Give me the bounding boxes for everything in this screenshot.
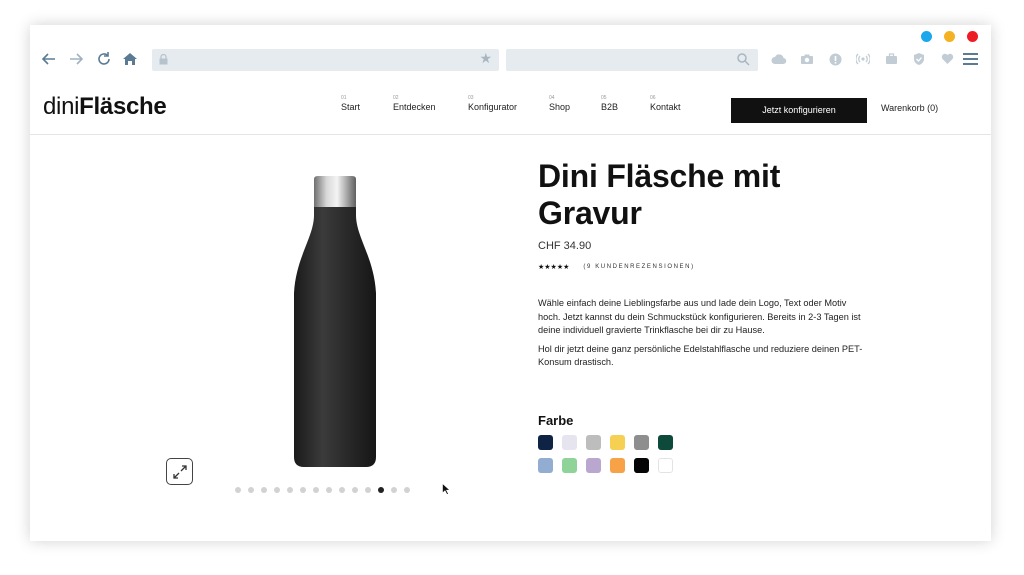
back-arrow-icon[interactable] xyxy=(40,51,58,69)
url-bar[interactable]: ★ xyxy=(152,49,499,71)
color-swatch[interactable] xyxy=(610,458,625,473)
color-swatch[interactable] xyxy=(634,458,649,473)
window-dot-blue[interactable] xyxy=(921,31,932,42)
carousel-dot[interactable] xyxy=(339,487,345,493)
nav-item-number: 04 xyxy=(549,95,555,101)
nav-item-label: Start xyxy=(341,102,361,112)
mouse-cursor-icon xyxy=(442,483,450,495)
nav-item-number: 03 xyxy=(468,95,474,101)
color-swatch[interactable] xyxy=(586,458,601,473)
carousel-dot[interactable] xyxy=(404,487,410,493)
color-swatch[interactable] xyxy=(538,458,553,473)
color-swatches xyxy=(538,435,688,473)
color-swatch[interactable] xyxy=(658,435,673,450)
nav-item-start[interactable]: 01 Start xyxy=(341,95,360,112)
lock-icon xyxy=(159,54,168,65)
description-paragraph: Hol dir jetzt deine ganz persönliche Ede… xyxy=(538,343,863,368)
nav-item-number: 01 xyxy=(341,95,347,101)
bookmark-star-icon[interactable]: ★ xyxy=(479,51,492,67)
carousel-dot[interactable] xyxy=(326,487,332,493)
cart-link[interactable]: Warenkorb (0) xyxy=(881,103,938,113)
product-bottle-image xyxy=(294,176,376,467)
product-price: CHF 34.90 xyxy=(538,240,592,252)
logo-text-thin: dini xyxy=(43,93,80,120)
color-swatch[interactable] xyxy=(658,458,673,473)
expand-arrows-icon xyxy=(172,464,187,479)
browser-menu-icon[interactable] xyxy=(963,53,978,66)
color-swatch[interactable] xyxy=(562,435,577,450)
carousel-dot[interactable] xyxy=(391,487,397,493)
nav-item-number: 05 xyxy=(601,95,607,101)
color-swatch[interactable] xyxy=(562,458,577,473)
browser-extension-icons xyxy=(770,50,956,68)
search-bar[interactable] xyxy=(506,49,758,71)
site-logo[interactable]: diniFläsche xyxy=(43,93,167,121)
configure-now-button[interactable]: Jetzt konfigurieren xyxy=(731,98,867,123)
site-header: diniFläsche 01 Start 02 Entdecken 03 Kon… xyxy=(30,83,991,135)
product-rating: ★★★★★ (9 KUNDENREZENSIONEN) xyxy=(538,263,695,271)
camera-icon[interactable] xyxy=(798,50,816,68)
forward-arrow-icon[interactable] xyxy=(67,51,85,69)
color-swatch[interactable] xyxy=(610,435,625,450)
logo-text-bold: Fläsche xyxy=(79,93,167,120)
star-rating-icon: ★★★★★ xyxy=(538,263,570,271)
nav-item-b2b[interactable]: 05 B2B xyxy=(601,95,618,112)
nav-item-label: B2B xyxy=(601,102,619,112)
window-controls xyxy=(921,31,978,42)
reload-icon[interactable] xyxy=(95,51,113,69)
nav-item-kontakt[interactable]: 06 Kontakt xyxy=(650,95,681,112)
window-dot-yellow[interactable] xyxy=(944,31,955,42)
color-swatch[interactable] xyxy=(538,435,553,450)
broadcast-icon[interactable] xyxy=(854,50,872,68)
expand-image-button[interactable] xyxy=(166,458,193,485)
cloud-download-icon[interactable] xyxy=(770,50,788,68)
nav-item-label: Kontakt xyxy=(650,102,681,112)
carousel-dot[interactable] xyxy=(274,487,280,493)
home-icon[interactable] xyxy=(121,51,139,69)
briefcase-icon[interactable] xyxy=(882,50,900,68)
shield-icon[interactable] xyxy=(910,50,928,68)
nav-item-label: Shop xyxy=(549,102,571,112)
nav-item-label: Konfigurator xyxy=(468,102,518,112)
carousel-dot[interactable] xyxy=(300,487,306,493)
carousel-dot[interactable] xyxy=(287,487,293,493)
browser-toolbar: ★ xyxy=(30,47,991,73)
description-paragraph: Wähle einfach deine Lieblingsfarbe aus u… xyxy=(538,298,861,335)
heart-icon[interactable] xyxy=(938,50,956,68)
carousel-dot[interactable] xyxy=(313,487,319,493)
image-carousel-dots xyxy=(235,487,410,493)
nav-item-shop[interactable]: 04 Shop xyxy=(549,95,570,112)
color-swatch[interactable] xyxy=(634,435,649,450)
nav-item-label: Entdecken xyxy=(393,102,436,112)
alert-icon[interactable] xyxy=(826,50,844,68)
carousel-dot[interactable] xyxy=(365,487,371,493)
nav-item-konfigurator[interactable]: 03 Konfigurator xyxy=(468,95,517,112)
carousel-dot[interactable] xyxy=(248,487,254,493)
carousel-dot[interactable] xyxy=(378,487,384,493)
nav-item-number: 02 xyxy=(393,95,399,101)
search-icon xyxy=(737,53,750,66)
product-title: Dini Fläsche mit Gravur xyxy=(538,158,781,231)
carousel-dot[interactable] xyxy=(235,487,241,493)
browser-window: ★ diniFläsche 01 Start 02 Entdecken 03 K… xyxy=(30,25,991,541)
carousel-dot[interactable] xyxy=(261,487,267,493)
reviews-link[interactable]: (9 KUNDENREZENSIONEN) xyxy=(583,264,694,270)
window-dot-red[interactable] xyxy=(967,31,978,42)
color-heading: Farbe xyxy=(538,413,574,428)
product-description: Wähle einfach deine Lieblingsfarbe aus u… xyxy=(538,297,863,375)
nav-item-entdecken[interactable]: 02 Entdecken xyxy=(393,95,436,112)
nav-item-number: 06 xyxy=(650,95,656,101)
color-swatch[interactable] xyxy=(586,435,601,450)
carousel-dot[interactable] xyxy=(352,487,358,493)
